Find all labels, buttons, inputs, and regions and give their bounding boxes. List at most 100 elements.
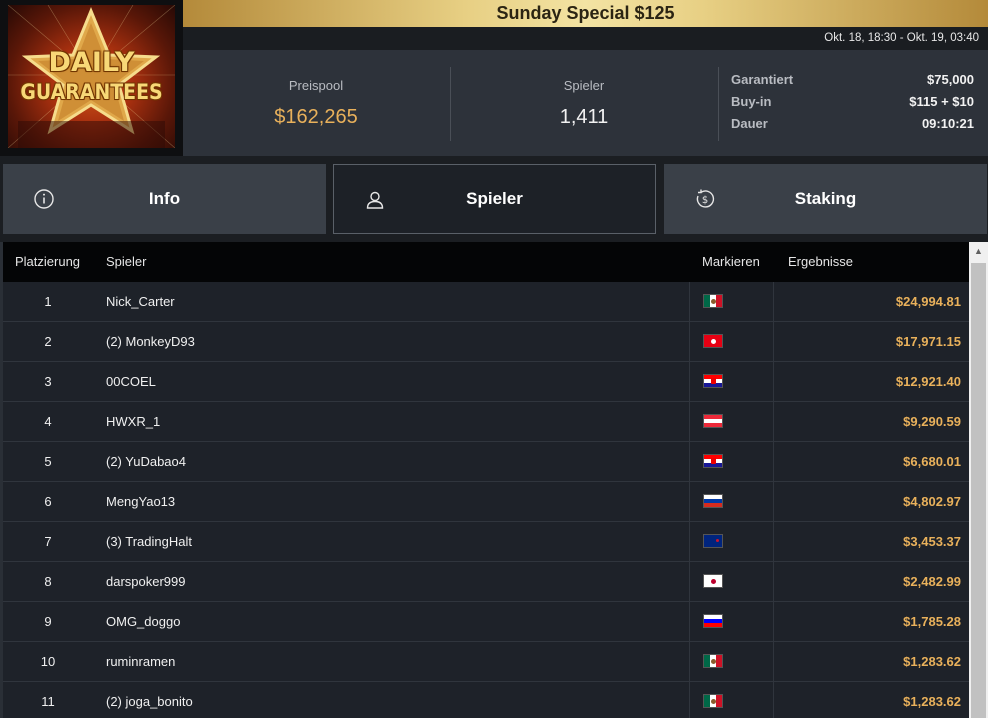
detail-row-duration: Dauer 09:10:21	[731, 116, 974, 138]
player-name-cell[interactable]: (2) MonkeyD93	[106, 322, 195, 362]
table-row[interactable]: 1 Nick_Carter $24,994.81	[3, 282, 969, 322]
dollar-coin-icon: $	[696, 189, 715, 208]
player-name-cell[interactable]: HWXR_1	[106, 402, 160, 442]
flag-cell	[689, 322, 774, 362]
table-header: Platzierung Spieler Markieren Ergebnisse	[3, 242, 969, 282]
header-result[interactable]: Ergebnisse	[788, 242, 853, 282]
tournament-title: Sunday Special $125	[496, 3, 675, 23]
flag-cell	[689, 522, 774, 562]
tab-bar: Info Spieler $ Staking	[0, 156, 988, 242]
tab-label: Spieler	[466, 189, 523, 208]
header-flag[interactable]: Markieren	[702, 242, 760, 282]
table-row[interactable]: 11 (2) joga_bonito $1,283.62	[3, 682, 969, 718]
rank-cell: 2	[44, 334, 52, 349]
tab-label: Info	[148, 189, 181, 208]
austria-flag-icon	[703, 414, 723, 428]
mexico-flag-icon	[703, 294, 723, 308]
tab-staking[interactable]: $ Staking	[664, 164, 987, 234]
detail-key: Buy-in	[731, 94, 772, 109]
flag-cell	[689, 442, 774, 482]
table-row[interactable]: 8 darspoker999 $2,482.99	[3, 562, 969, 602]
rank-cell: 1	[44, 294, 52, 309]
player-name-cell[interactable]: (2) joga_bonito	[106, 682, 193, 718]
table-row[interactable]: 10 ruminramen $1,283.62	[3, 642, 969, 682]
logo-line-1: DAILY	[48, 47, 135, 78]
japan-flag-icon	[703, 574, 723, 588]
croatia-flag-icon	[703, 454, 723, 468]
rank-cell: 6	[44, 494, 52, 509]
player-name-cell[interactable]: darspoker999	[106, 562, 186, 602]
detail-key: Dauer	[731, 116, 768, 131]
result-cell: $4,802.97	[903, 494, 961, 509]
players-label: Spieler	[563, 78, 605, 93]
player-name-cell[interactable]: (2) YuDabao4	[106, 442, 186, 482]
tournament-details: Garantiert $75,000 Buy-in $115 + $10 Dau…	[731, 72, 974, 138]
rank-cell: 10	[40, 654, 56, 669]
logo-artwork: DAILY GUARANTEES	[8, 5, 175, 148]
table-row[interactable]: 9 OMG_doggo $1,785.28	[3, 602, 969, 642]
result-cell: $9,290.59	[903, 414, 961, 429]
detail-row-buyin: Buy-in $115 + $10	[731, 94, 974, 116]
players-stat: Spieler 1,411	[451, 50, 717, 156]
player-name-cell[interactable]: ruminramen	[106, 642, 175, 682]
player-name-cell[interactable]: Nick_Carter	[106, 282, 175, 322]
flag-cell	[689, 482, 774, 522]
tab-players[interactable]: Spieler	[333, 164, 656, 234]
flag-cell	[689, 402, 774, 442]
logo-line-2: GUARANTEES	[20, 80, 163, 104]
tab-label: Staking	[794, 189, 857, 208]
flag-cell	[689, 642, 774, 682]
detail-value: $115 + $10	[909, 94, 974, 109]
result-cell: $3,453.37	[903, 534, 961, 549]
rank-cell: 11	[41, 694, 55, 709]
mexico-flag-icon	[703, 694, 723, 708]
result-cell: $1,283.62	[903, 694, 961, 709]
player-name-cell[interactable]: MengYao13	[106, 482, 175, 522]
info-icon	[34, 189, 54, 209]
rank-cell: 9	[44, 614, 52, 629]
rank-cell: 7	[44, 534, 52, 549]
detail-value: 09:10:21	[921, 116, 974, 131]
players-table: Platzierung Spieler Markieren Ergebnisse…	[3, 242, 969, 718]
result-cell: $12,921.40	[895, 374, 961, 389]
russia-flag-icon	[703, 494, 723, 508]
tournament-title-bar: Sunday Special $125	[183, 0, 988, 27]
result-cell: $24,994.81	[895, 294, 961, 309]
player-name-cell[interactable]: (3) TradingHalt	[106, 522, 192, 562]
vertical-scrollbar[interactable]: ▲	[969, 242, 988, 718]
svg-text:$: $	[702, 195, 708, 206]
header-rank[interactable]: Platzierung	[15, 242, 80, 282]
divider	[718, 67, 719, 141]
daily-guarantees-logo: DAILY GUARANTEES	[0, 0, 183, 156]
flag-cell	[689, 682, 774, 718]
table-row[interactable]: 7 (3) TradingHalt $3,453.37	[3, 522, 969, 562]
rank-cell: 5	[44, 454, 52, 469]
table-row[interactable]: 2 (2) MonkeyD93 $17,971.15	[3, 322, 969, 362]
detail-value: $75,000	[927, 72, 974, 87]
header-player[interactable]: Spieler	[106, 242, 146, 282]
player-name-cell[interactable]: 00COEL	[106, 362, 156, 402]
scroll-up-arrow-icon[interactable]: ▲	[969, 242, 988, 260]
detail-key: Garantiert	[731, 72, 794, 87]
flag-cell	[689, 282, 774, 322]
rank-cell: 3	[44, 374, 52, 389]
flag-cell	[689, 562, 774, 602]
player-name-cell[interactable]: OMG_doggo	[106, 602, 180, 642]
result-cell: $17,971.15	[895, 334, 961, 349]
table-row[interactable]: 3 00COEL $12,921.40	[3, 362, 969, 402]
table-row[interactable]: 4 HWXR_1 $9,290.59	[3, 402, 969, 442]
flag-cell	[689, 602, 774, 642]
new-zealand-flag-icon	[703, 534, 723, 548]
prize-pool-label: Preispool	[288, 78, 344, 93]
result-cell: $1,283.62	[903, 654, 961, 669]
detail-row-guaranteed: Garantiert $75,000	[731, 72, 974, 94]
result-cell: $6,680.01	[903, 454, 961, 469]
table-row[interactable]: 6 MengYao13 $4,802.97	[3, 482, 969, 522]
table-row[interactable]: 5 (2) YuDabao4 $6,680.01	[3, 442, 969, 482]
result-cell: $1,785.28	[903, 614, 961, 629]
scrollbar-thumb[interactable]	[971, 263, 986, 718]
mexico-flag-icon	[703, 654, 723, 668]
tournament-dates: Okt. 18, 18:30 - Okt. 19, 03:40	[183, 27, 988, 50]
tournament-lobby-window: DAILY GUARANTEES Sunday Special $125 Okt…	[0, 0, 988, 718]
tab-info[interactable]: Info	[3, 164, 326, 234]
